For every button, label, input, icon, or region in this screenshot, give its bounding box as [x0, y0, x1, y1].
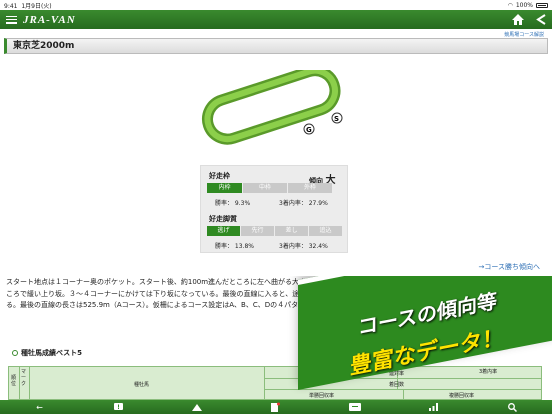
course-icon[interactable] [190, 402, 204, 412]
course-title: 東京芝2000m [4, 38, 548, 54]
header-mark: マーク [21, 369, 27, 387]
home-icon[interactable] [512, 14, 524, 25]
kyaku-win-rate: 勝率： 13.8% [215, 243, 254, 250]
menu-icon[interactable] [6, 15, 17, 24]
header-rank: 順位 [11, 375, 17, 387]
kyaku-senko: 先行 [241, 226, 274, 236]
subtitle-link[interactable]: 競馬場コース解説 [504, 31, 544, 38]
wifi-icon: ◠ [507, 1, 513, 9]
memo-icon[interactable] [269, 402, 283, 412]
status-time: 9:41 [4, 2, 18, 10]
waku-title: 好走枠 [209, 172, 230, 180]
waku-inner: 内枠 [207, 183, 242, 193]
app-logo: JRA-VAN [23, 13, 76, 26]
goal-label: G [306, 126, 312, 134]
stats-icon[interactable] [427, 402, 441, 412]
kyaku-top3-rate: 3着内率： 32.4% [279, 243, 328, 250]
bullet-icon [12, 350, 18, 356]
kyaku-sashi: 差し [275, 226, 308, 236]
alert-icon[interactable] [111, 402, 125, 412]
best-sires-title: 種牡馬成績ベスト5 [21, 349, 83, 357]
trend-panel: 好走枠 傾向 大 内枠 中枠 外枠 勝率： 9.3% 3着内率： 27.9% 好… [200, 165, 348, 253]
bottom-toolbar: ← [0, 400, 552, 414]
keyboard-icon[interactable] [348, 402, 362, 412]
kyaku-title: 好走脚質 [209, 215, 237, 223]
best-sires-heading: 種牡馬成績ベスト5 [12, 348, 82, 358]
start-label: S [334, 115, 339, 123]
waku-top3-rate: 3着内率： 27.9% [279, 200, 328, 207]
waku-win-rate: 勝率： 9.3% [215, 200, 251, 207]
promo-banner: コースの傾向等 豊富なデータ！ [280, 276, 552, 394]
course-trend-link[interactable]: →コース勝ち傾向へ [478, 262, 540, 272]
waku-middle: 中枠 [243, 183, 287, 193]
status-bar: 9:41 1月9日(火) ◠ 100% [0, 0, 552, 10]
search-icon[interactable] [505, 402, 519, 412]
battery-percent: 100% [515, 1, 533, 9]
battery-icon [536, 2, 548, 8]
course-track-diagram: G S [201, 70, 343, 145]
status-date: 1月9日(火) [21, 2, 52, 10]
kyaku-oikomi: 追込 [309, 226, 342, 236]
header-sire: 種牡馬 [134, 382, 150, 388]
back-arrow-icon[interactable] [536, 14, 546, 25]
nav-bar: JRA-VAN [0, 10, 552, 29]
kyaku-nige: 逃げ [207, 226, 240, 236]
waku-outer: 外枠 [288, 183, 332, 193]
back-icon[interactable]: ← [32, 402, 46, 412]
